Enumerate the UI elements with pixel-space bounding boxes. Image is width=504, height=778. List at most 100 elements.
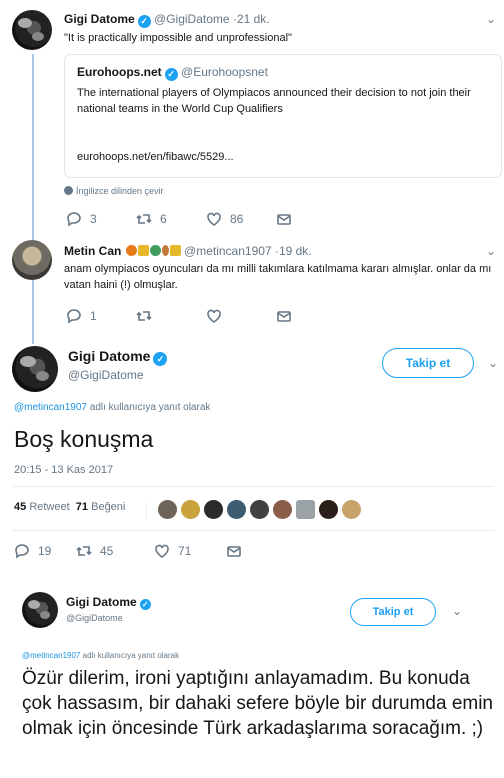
tweet-stats: 45 Retweet 71 Beğeni <box>14 501 125 513</box>
divider <box>12 530 494 531</box>
handle[interactable]: @GigiDatome <box>154 12 230 26</box>
chevron-down-icon[interactable]: ⌄ <box>486 244 496 258</box>
retweet-icon <box>136 214 152 224</box>
avatar[interactable] <box>22 592 58 628</box>
globe-icon <box>149 245 161 256</box>
handle[interactable]: @GigiDatome <box>68 368 144 382</box>
reply-to-handle[interactable]: @metincan1907 <box>22 651 80 660</box>
thread-line <box>32 54 34 344</box>
reply-context: @metincan1907 adlı kullanıcıya yanıt ola… <box>22 651 179 660</box>
translate-label: İngilizce dilinden çevir <box>76 186 164 196</box>
chevron-down-icon[interactable]: ⌄ <box>486 12 496 26</box>
retweet-stat[interactable]: 45 Retweet <box>14 501 70 513</box>
retweet-stat-label: Retweet <box>29 501 70 513</box>
quote-handle: @Eurohoopsnet <box>181 65 268 79</box>
liker-avatar[interactable] <box>204 500 223 519</box>
like-button[interactable]: 86 <box>206 211 243 227</box>
trophy-icon <box>137 245 149 256</box>
reply-count: 19 <box>38 544 52 558</box>
tweet-text: Özür dilerim, ironi yaptığını anlayamadı… <box>22 668 494 739</box>
like-count: 86 <box>230 212 244 226</box>
liker-avatar[interactable] <box>227 500 246 519</box>
tweet-timestamp[interactable]: 20:15 - 13 Kas 2017 <box>14 464 113 476</box>
tweet-text: anam olympiacos oyuncuları da mı milli t… <box>64 263 492 291</box>
retweet-count: 6 <box>160 212 167 226</box>
reply-button[interactable]: 19 <box>14 543 51 559</box>
quoted-tweet[interactable]: Eurohoops.net ✓ @Eurohoopsnet The interna… <box>64 54 502 178</box>
tweet-text: Boş konuşma <box>14 426 154 452</box>
avatar[interactable] <box>12 346 58 392</box>
retweet-button[interactable]: 6 <box>136 211 167 227</box>
retweet-icon <box>76 546 92 556</box>
display-name[interactable]: Gigi Datome <box>64 12 135 26</box>
reply-button[interactable]: 1 <box>66 308 97 324</box>
reply-count: 1 <box>90 309 97 323</box>
tweet-header: Gigi Datome ✓ <box>68 348 168 366</box>
tweet-header: Gigi Datome ✓ @GigiDatome ·21 dk. <box>64 12 270 28</box>
verified-icon: ✓ <box>153 352 168 366</box>
dm-button[interactable] <box>226 543 242 559</box>
tweet-header: Gigi Datome ✓ <box>66 595 151 610</box>
reply-to-suffix: adlı kullanıcıya yanıt olarak <box>80 651 180 660</box>
liker-avatar[interactable] <box>273 500 292 519</box>
like-stat-label: Beğeni <box>91 501 126 513</box>
follow-button[interactable]: Takip et <box>350 598 436 626</box>
avatar[interactable] <box>12 10 52 50</box>
stats-separator <box>146 503 147 519</box>
like-icon <box>155 544 169 558</box>
handle[interactable]: @GigiDatome <box>66 613 123 623</box>
display-name[interactable]: Gigi Datome <box>66 595 137 609</box>
timestamp[interactable]: ·19 dk. <box>275 244 312 258</box>
liker-avatars <box>158 500 365 519</box>
reply-count: 3 <box>90 212 97 226</box>
like-count: 71 <box>178 544 192 558</box>
reply-context: @metincan1907 adlı kullanıcıya yanıt ola… <box>14 402 210 413</box>
display-name[interactable]: Gigi Datome <box>68 348 150 364</box>
verified-icon: ✓ <box>164 68 178 81</box>
like-icon <box>207 309 221 323</box>
dm-button[interactable] <box>276 211 292 227</box>
liker-avatar[interactable] <box>319 500 338 519</box>
display-name[interactable]: Metin Can <box>64 244 121 258</box>
quote-header: Eurohoops.net ✓ @Eurohoopsnet <box>77 65 268 81</box>
dm-button[interactable] <box>276 308 292 324</box>
like-stat[interactable]: 71 Beğeni <box>76 501 126 513</box>
avatar[interactable] <box>12 240 52 280</box>
liker-avatar[interactable] <box>296 500 315 519</box>
liker-avatar[interactable] <box>250 500 269 519</box>
timestamp[interactable]: ·21 dk. <box>233 12 270 26</box>
like-button[interactable] <box>206 308 222 324</box>
globe-icon <box>64 186 73 195</box>
tweet-header: Metin Can @metincan1907 ·19 dk. <box>64 244 312 258</box>
reply-button[interactable]: 3 <box>66 211 97 227</box>
retweet-button[interactable] <box>136 308 152 324</box>
like-stat-count: 71 <box>75 501 89 513</box>
liker-avatar[interactable] <box>181 500 200 519</box>
runner-icon <box>161 245 169 256</box>
liker-avatar[interactable] <box>158 500 177 519</box>
dm-icon <box>277 311 291 322</box>
divider <box>12 486 494 487</box>
reply-icon <box>67 212 81 227</box>
basketball-icon <box>125 245 137 256</box>
reply-to-handle[interactable]: @metincan1907 <box>14 402 87 413</box>
tweet-text: "It is practically impossible and unprof… <box>64 32 292 44</box>
dm-icon <box>227 546 241 557</box>
chevron-down-icon[interactable]: ⌄ <box>488 356 498 370</box>
follow-button[interactable]: Takip et <box>382 348 474 378</box>
retweet-icon <box>136 311 152 321</box>
quote-display-name: Eurohoops.net <box>77 65 162 79</box>
handle[interactable]: @metincan1907 <box>184 244 272 258</box>
retweet-stat-count: 45 <box>14 501 27 513</box>
reply-icon <box>67 309 81 324</box>
retweet-count: 45 <box>100 544 114 558</box>
translate-link[interactable]: İngilizce dilinden çevir <box>64 186 164 196</box>
reply-icon <box>15 544 29 559</box>
retweet-button[interactable]: 45 <box>76 543 113 559</box>
like-button[interactable]: 71 <box>154 543 191 559</box>
liker-avatar[interactable] <box>342 500 361 519</box>
quote-link[interactable]: eurohoops.net/en/fibawc/5529... <box>77 151 234 163</box>
reply-to-suffix: adlı kullanıcıya yanıt olarak <box>86 402 211 413</box>
chevron-down-icon[interactable]: ⌄ <box>452 604 462 618</box>
verified-icon: ✓ <box>139 599 151 610</box>
